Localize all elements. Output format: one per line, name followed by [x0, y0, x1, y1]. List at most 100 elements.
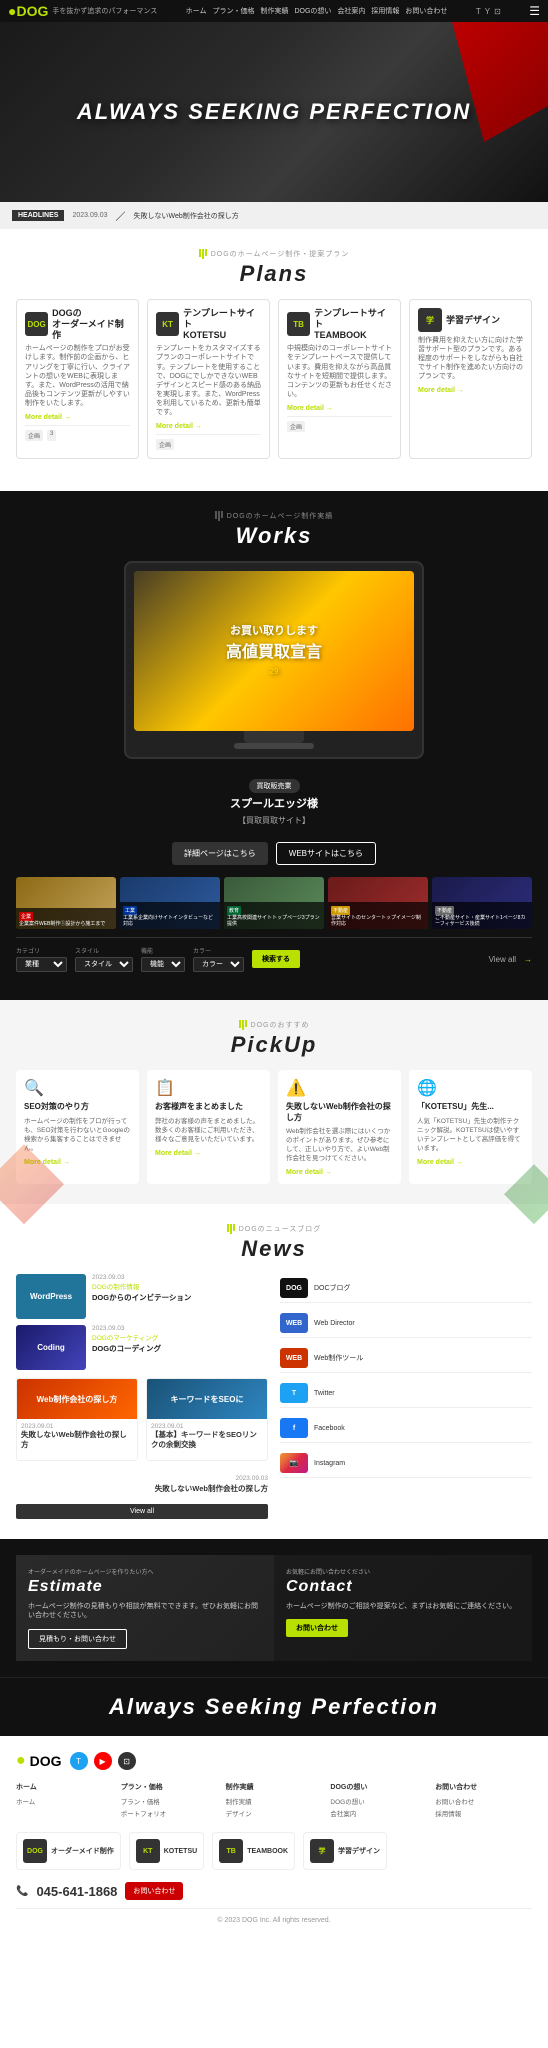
sidebar-text-1[interactable]: Web Director	[314, 1320, 355, 1327]
footer-nav-item[interactable]: お問い合わせ	[435, 1796, 532, 1806]
filter-function-select[interactable]: 機能	[141, 957, 185, 972]
monitor-frame: お買い取りします 高値買取宣言 29	[124, 561, 424, 759]
footer-other-icon[interactable]: ⊡	[118, 1752, 136, 1770]
nav-company[interactable]: 会社案内	[337, 6, 365, 16]
plan-link-0[interactable]: More detail →	[25, 414, 130, 421]
filter-category-label: カテゴリ	[16, 946, 67, 955]
nav-home[interactable]: ホーム	[186, 6, 207, 16]
pickup-icon-1: 📋	[155, 1078, 262, 1098]
plans-grid: DOG DOGのオーダーメイド制作 ホームページの制作をプロがお受けします。制作…	[16, 299, 532, 459]
cta-estimate-btn[interactable]: 見積もり・お問い合わせ	[28, 1629, 127, 1649]
pickup-card-link-2[interactable]: More detail →	[286, 1169, 393, 1176]
footer-service-icon-2: TB	[219, 1839, 243, 1863]
cta-estimate: オーダーメイドのホームページを作りたい方へ Estimate ホームページ制作の…	[16, 1555, 274, 1662]
filter-color-select[interactable]: カラー	[193, 957, 244, 972]
nav-works[interactable]: 制作実績	[260, 6, 288, 16]
works-thumb-4[interactable]: 不動産 ご不動産サイト・産業サイト1ページ8カーフィサービス後続	[432, 877, 532, 929]
youtube-icon[interactable]: Y	[485, 7, 490, 16]
header: ●DOG 手を抜かず追求のパフォーマンス ホーム プラン・価格 制作実績 DOG…	[0, 0, 548, 22]
footer-nav-item[interactable]: プラン・価格	[121, 1796, 218, 1806]
works-thumb-2-overlay: 教育 工業高校関連サイトトップページ3プラン提供	[224, 902, 324, 929]
nav-plans[interactable]: プラン・価格	[212, 6, 254, 16]
filter-search-btn[interactable]: 検索する	[252, 950, 300, 968]
footer-nav-item[interactable]: 制作実績	[226, 1796, 323, 1806]
footer-service-card-3[interactable]: 学 学習デザイン	[303, 1832, 387, 1870]
pickup-label-bar	[239, 1020, 247, 1030]
sidebar-text-0[interactable]: DOCブログ	[314, 1283, 351, 1293]
works-thumb-2[interactable]: 教育 工業高校関連サイトトップページ3プラン提供	[224, 877, 324, 929]
works-detail-btn[interactable]: 詳細ページはこちら	[172, 842, 268, 865]
cta-contact-label: お気軽にお問い合わせください	[286, 1567, 520, 1576]
footer-service-card-2[interactable]: TB TEAMBOOK	[212, 1832, 295, 1870]
view-all-arrow[interactable]: →	[524, 955, 532, 964]
footer-service-text-0: オーダーメイド制作	[51, 1846, 114, 1856]
works-label-bar	[215, 511, 223, 521]
plan-link-1[interactable]: More detail →	[156, 423, 261, 430]
footer-nav-item[interactable]: ポートフォリオ	[121, 1808, 218, 1818]
footer-phone[interactable]: 045-641-1868	[36, 1884, 117, 1899]
footer-nav-item[interactable]: デザイン	[226, 1808, 323, 1818]
plan-tag: 企画	[25, 430, 43, 441]
cta-contact-btn[interactable]: お問い合わせ	[286, 1619, 348, 1637]
footer-top: ● DOG T ▶ ⊡	[16, 1752, 532, 1770]
plan-card-2-header: TB テンプレートサイトTEAMBOOK	[287, 308, 392, 340]
nav-recruit[interactable]: 採用情報	[371, 6, 399, 16]
sidebar-text-4[interactable]: Facebook	[314, 1425, 345, 1432]
news-more-btn[interactable]: View all	[16, 1504, 268, 1519]
header-tagline: 手を抜かず追求のパフォーマンス	[52, 6, 157, 16]
news-item-title[interactable]: 失敗しないWeb制作会社の探し方	[16, 1484, 268, 1494]
headlines-text[interactable]: 失敗しないWeb制作会社の探し方	[134, 211, 537, 221]
sidebar-text-5[interactable]: Instagram	[314, 1460, 345, 1467]
footer-contact-btn[interactable]: お問い合わせ	[125, 1882, 183, 1900]
pickup-card-link-1[interactable]: More detail →	[155, 1150, 262, 1157]
twitter-icon[interactable]: T	[476, 7, 481, 16]
other-icon[interactable]: ⊡	[494, 7, 501, 16]
plan-tag: 企画	[287, 421, 305, 432]
view-all-link[interactable]: View all	[489, 955, 516, 964]
plan-meta-2: 企画	[287, 421, 305, 432]
filter-category: カテゴリ 業種 制作物	[16, 946, 67, 972]
works-thumb-tag: 工業	[123, 906, 137, 915]
footer-youtube-icon[interactable]: ▶	[94, 1752, 112, 1770]
footer-nav-item[interactable]: 採用情報	[435, 1808, 532, 1818]
pickup-card-title-0: SEO対策のやり方	[24, 1102, 131, 1112]
footer-nav-item[interactable]: ホーム	[16, 1796, 113, 1806]
nav-contact[interactable]: お問い合わせ	[405, 6, 447, 16]
sidebar-text-3[interactable]: Twitter	[314, 1390, 335, 1397]
works-thumb-3[interactable]: 不動産 営業サイトのセンタートップイメージ制作対応	[328, 877, 428, 929]
works-featured-title: スプールエッジ様	[16, 795, 532, 811]
footer-service-card-0[interactable]: DOG オーダーメイド制作	[16, 1832, 121, 1870]
plan-link-3[interactable]: More detail →	[418, 387, 523, 394]
headlines-date: 2023.09.03	[72, 212, 107, 219]
plans-section-label: DOGのホームページ制作・提案プラン	[16, 249, 532, 259]
filter-category-select[interactable]: 業種 制作物	[16, 957, 67, 972]
pickup-card-text-3: 人気「KOTETSU」先生の制作テクニック解説。KOTETSUは使いやすいテンプ…	[417, 1117, 524, 1153]
plan-link-2[interactable]: More detail →	[287, 405, 392, 412]
plan-title-2: テンプレートサイトTEAMBOOK	[314, 308, 392, 340]
works-section: DOGのホームページ制作実績 Works お買い取りします 高値買取宣言 29 …	[0, 491, 548, 1000]
news-card-0-title: DOGからのインビテーション	[92, 1293, 268, 1303]
hamburger-menu[interactable]: ☰	[529, 4, 540, 18]
works-site-btn[interactable]: WEBサイトはこちら	[276, 842, 376, 865]
works-thumb-0[interactable]: 企業 企業案件WEB制作①設計から施工まで	[16, 877, 116, 929]
pickup-card-link-3[interactable]: More detail →	[417, 1159, 524, 1166]
nav-about[interactable]: DOGの想い	[294, 6, 331, 16]
plan-card-1-header: KT テンプレートサイトKOTETSU	[156, 308, 261, 340]
plan-subtitle-1: テンプレートをカスタマイズするプランのコーポレートサイトです。テンプレートを使用…	[156, 344, 261, 417]
footer-nav-item[interactable]: DOGの想い	[330, 1796, 427, 1806]
footer-service-card-1[interactable]: KT KOTETSU	[129, 1832, 204, 1870]
works-thumb-0-overlay: 企業 企業案件WEB制作①設計から施工まで	[16, 908, 116, 929]
pickup-icon-2: ⚠️	[286, 1078, 393, 1098]
news-title: News	[16, 1236, 532, 1262]
sidebar-text-2[interactable]: Web制作ツール	[314, 1353, 363, 1363]
works-thumb-1[interactable]: 工業 工業系企業向けサイトインタビューなど対応	[120, 877, 220, 929]
news-card-0: WordPress 2023.09.03 DOGの制作情報 DOGからのインビテ…	[16, 1274, 268, 1319]
news-small-title-1: 【基本】キーワードをSEOリンクの余剰交換	[151, 1430, 263, 1450]
news-section: DOGのニュースブログ News WordPress 2023.09.03 DO…	[0, 1204, 548, 1538]
plan-meta-1: 企画	[156, 439, 174, 450]
filter-style-select[interactable]: スタイル	[75, 957, 133, 972]
plan-card-2: TB テンプレートサイトTEAMBOOK 中規模向けのコーポレートサイトをテンプ…	[278, 299, 401, 459]
footer-twitter-icon[interactable]: T	[70, 1752, 88, 1770]
monitor-base	[234, 743, 314, 749]
footer-nav-item[interactable]: 会社案内	[330, 1808, 427, 1818]
